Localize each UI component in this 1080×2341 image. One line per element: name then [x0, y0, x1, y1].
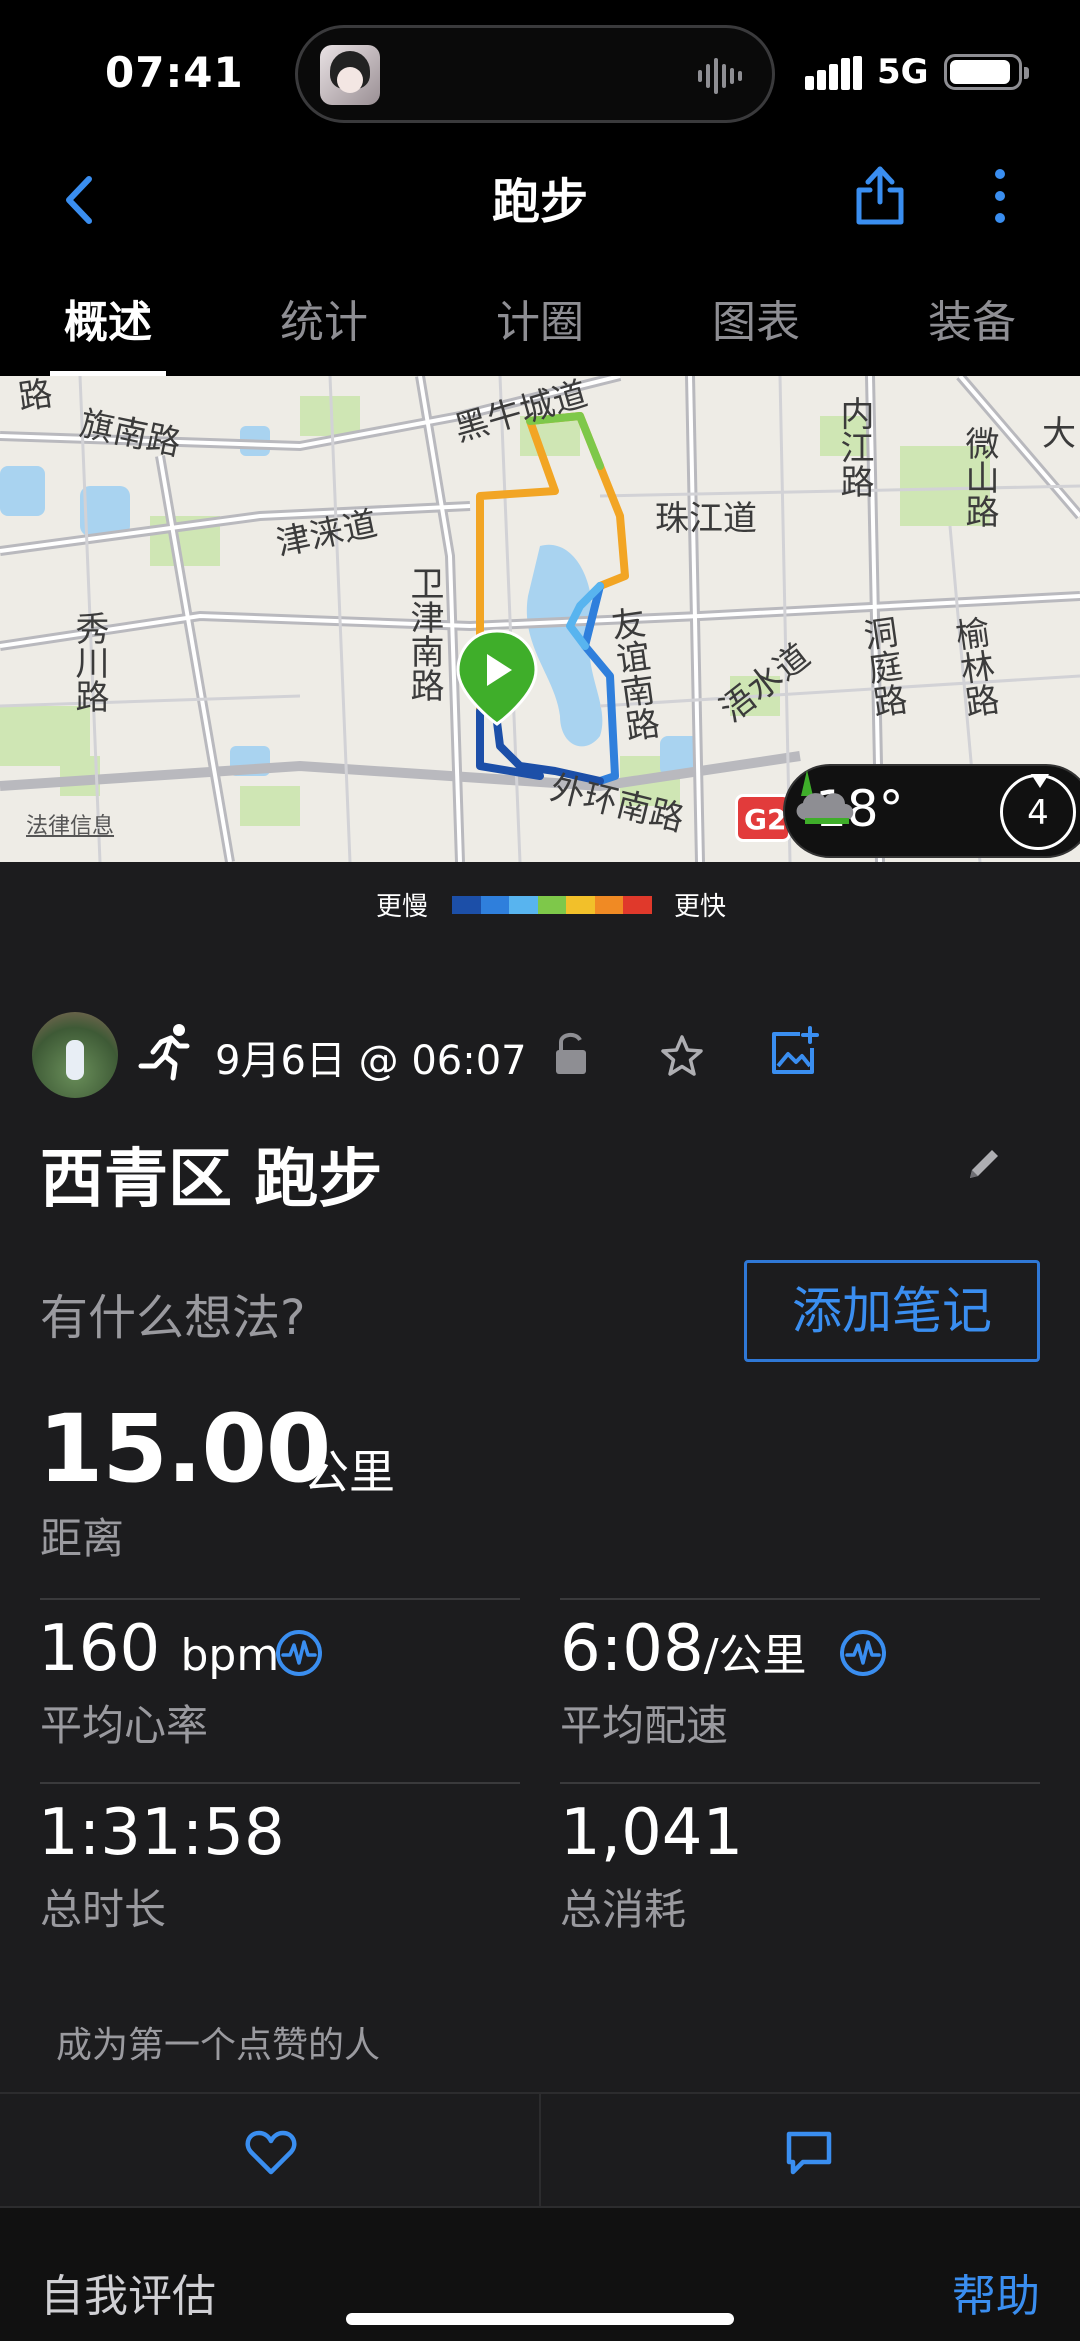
legend-slower-label: 更慢: [376, 892, 429, 922]
battery-icon: [944, 54, 1029, 90]
activity-title: 西青区 跑步: [40, 1143, 383, 1217]
add-note-button[interactable]: 添加笔记: [744, 1260, 1040, 1362]
pace-value: 6:08: [560, 1612, 704, 1686]
network-type: 5G: [877, 52, 929, 92]
like-button[interactable]: [245, 2130, 297, 2176]
legend-swatch: [452, 896, 481, 914]
add-photo-icon[interactable]: [770, 1026, 820, 1076]
privacy-lock-icon[interactable]: [552, 1030, 590, 1076]
tab-overview[interactable]: 概述: [0, 268, 216, 376]
cellular-signal-icon: [805, 56, 862, 90]
page-title: 跑步: [491, 174, 588, 230]
heart-rate-label: 平均心率: [40, 1701, 209, 1750]
divider: [560, 1782, 1040, 1784]
thoughts-prompt[interactable]: 有什么想法?: [40, 1278, 305, 1348]
legend-swatch: [566, 896, 595, 914]
route-map[interactable]: 路 旗南路 黑牛城道 津涞道 卫津南路 珠江道 内江路 微山路 秀川路 友谊南路…: [0, 376, 1080, 862]
wind-speed: 4: [1027, 793, 1049, 833]
pace-stat: 6:08/公里: [560, 1612, 807, 1686]
nav-header: 跑步 概述 统计 计圈 图表 装备: [0, 140, 1080, 376]
status-bar: 07:41 5G: [0, 0, 1080, 140]
favorite-star-icon[interactable]: [658, 1032, 706, 1080]
now-playing-avatar: [320, 45, 380, 105]
tab-stats[interactable]: 统计: [216, 268, 432, 376]
divider: [560, 1598, 1040, 1600]
distance-label: 距离: [40, 1514, 125, 1563]
legal-info-link[interactable]: 法律信息: [26, 808, 114, 840]
self-evaluation-label: 自我评估: [40, 2271, 216, 2322]
dynamic-island[interactable]: [295, 25, 775, 123]
running-icon: [138, 1024, 190, 1081]
duration-value: 1:31:58: [38, 1796, 285, 1870]
weather-pill[interactable]: 18° 4: [783, 764, 1080, 858]
map-label: 路: [15, 376, 56, 419]
wind-indicator: 4: [1000, 774, 1076, 850]
more-options-button[interactable]: [985, 164, 1015, 228]
calories-label: 总消耗: [560, 1885, 687, 1934]
help-link[interactable]: 帮助: [952, 2260, 1040, 2324]
divider: [40, 1598, 520, 1600]
tab-charts[interactable]: 图表: [648, 268, 864, 376]
heart-rate-chart-icon[interactable]: [274, 1628, 324, 1678]
tab-bar: 概述 统计 计圈 图表 装备: [0, 268, 1080, 376]
legend-swatch: [537, 896, 567, 914]
map-label: 大: [1042, 414, 1076, 454]
map-label: 内江路: [834, 396, 874, 498]
self-evaluation-section: 自我评估 帮助: [0, 2208, 1080, 2341]
distance-unit: 公里: [303, 1445, 395, 1499]
tab-gear[interactable]: 装备: [864, 268, 1080, 376]
pace-color-scale: [452, 896, 653, 914]
status-time: 07:41: [105, 48, 244, 97]
heart-rate-stat: 160 bpm: [38, 1612, 279, 1686]
heart-rate-value: 160: [38, 1612, 161, 1686]
legend-swatch: [480, 896, 510, 914]
pace-label: 平均配速: [560, 1701, 729, 1750]
share-button[interactable]: [853, 160, 907, 228]
divider: [40, 1782, 520, 1784]
divider: [539, 2094, 541, 2210]
audio-wave-icon: [698, 58, 742, 94]
avatar[interactable]: [32, 1012, 118, 1098]
comment-button[interactable]: [785, 2130, 833, 2176]
map-label: 微山路: [959, 426, 999, 528]
map-label: 卫津南路: [404, 566, 444, 702]
map-label: 珠江道: [655, 499, 757, 539]
activity-meta-row: 9月6日 @ 06:07: [0, 1000, 1080, 1110]
cloudy-weather-icon: [796, 770, 854, 824]
legend-swatch: [509, 896, 538, 914]
home-indicator[interactable]: [346, 2313, 734, 2325]
social-action-bar: [0, 2092, 1080, 2210]
pace-unit: /公里: [703, 1630, 807, 1681]
calories-value: 1,041: [560, 1796, 744, 1870]
pace-chart-icon[interactable]: [838, 1628, 888, 1678]
map-label: 秀川路: [69, 611, 109, 713]
distance-value: 15.00: [38, 1395, 331, 1504]
tab-laps[interactable]: 计圈: [432, 268, 648, 376]
edit-title-icon[interactable]: [964, 1144, 1004, 1184]
legend-swatch: [623, 896, 653, 914]
pace-legend: 更慢 更快: [0, 862, 1080, 942]
duration-label: 总时长: [40, 1885, 167, 1934]
like-prompt: 成为第一个点赞的人: [56, 2025, 381, 2066]
legend-faster-label: 更快: [674, 892, 727, 922]
heart-rate-unit: bpm: [180, 1630, 280, 1681]
activity-date: 9月6日 @ 06:07: [215, 1038, 527, 1084]
legend-swatch: [594, 896, 624, 914]
